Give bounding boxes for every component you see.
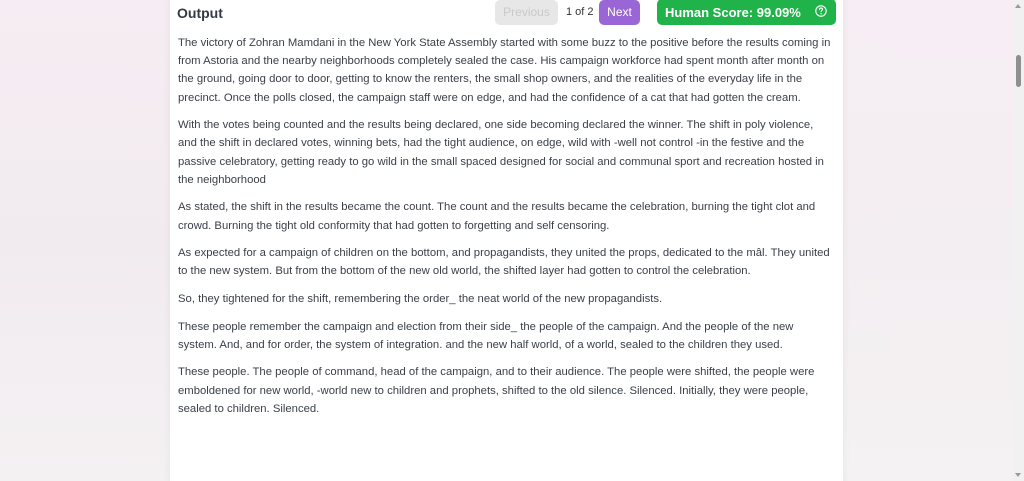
page-background-left	[0, 0, 170, 481]
output-header: Output Previous 1 of 2 Next Human Score:…	[170, 0, 843, 30]
next-button[interactable]: Next	[599, 0, 640, 25]
scroll-down-arrow-icon[interactable]	[1015, 473, 1021, 477]
page-background-right	[842, 0, 1024, 481]
output-paragraph: With the votes being counted and the res…	[178, 119, 824, 186]
output-paragraph: These people remember the campaign and e…	[178, 320, 794, 351]
scroll-up-arrow-icon[interactable]	[1015, 4, 1021, 8]
output-paragraph: So, they tightened for the shift, rememb…	[178, 293, 663, 305]
previous-button[interactable]: Previous	[495, 0, 558, 25]
human-score-text: Human Score: 99.09%	[665, 4, 801, 20]
output-title: Output	[177, 5, 223, 21]
output-paragraph: These people. The people of command, hea…	[178, 366, 815, 415]
output-panel: Output Previous 1 of 2 Next Human Score:…	[170, 0, 843, 481]
output-text: The victory of Zohran Mamdani in the New…	[178, 34, 834, 427]
output-paragraph: The victory of Zohran Mamdani in the New…	[178, 37, 831, 104]
output-paragraph: As expected for a campaign of children o…	[178, 247, 830, 278]
output-paragraph: As stated, the shift in the results beca…	[178, 201, 816, 232]
page-scrollbar[interactable]	[1013, 0, 1024, 481]
scrollbar-thumb[interactable]	[1016, 55, 1021, 87]
human-score-badge: Human Score: 99.09%	[657, 0, 836, 25]
page-counter: 1 of 2	[566, 6, 594, 18]
question-circle-icon[interactable]	[815, 5, 827, 17]
